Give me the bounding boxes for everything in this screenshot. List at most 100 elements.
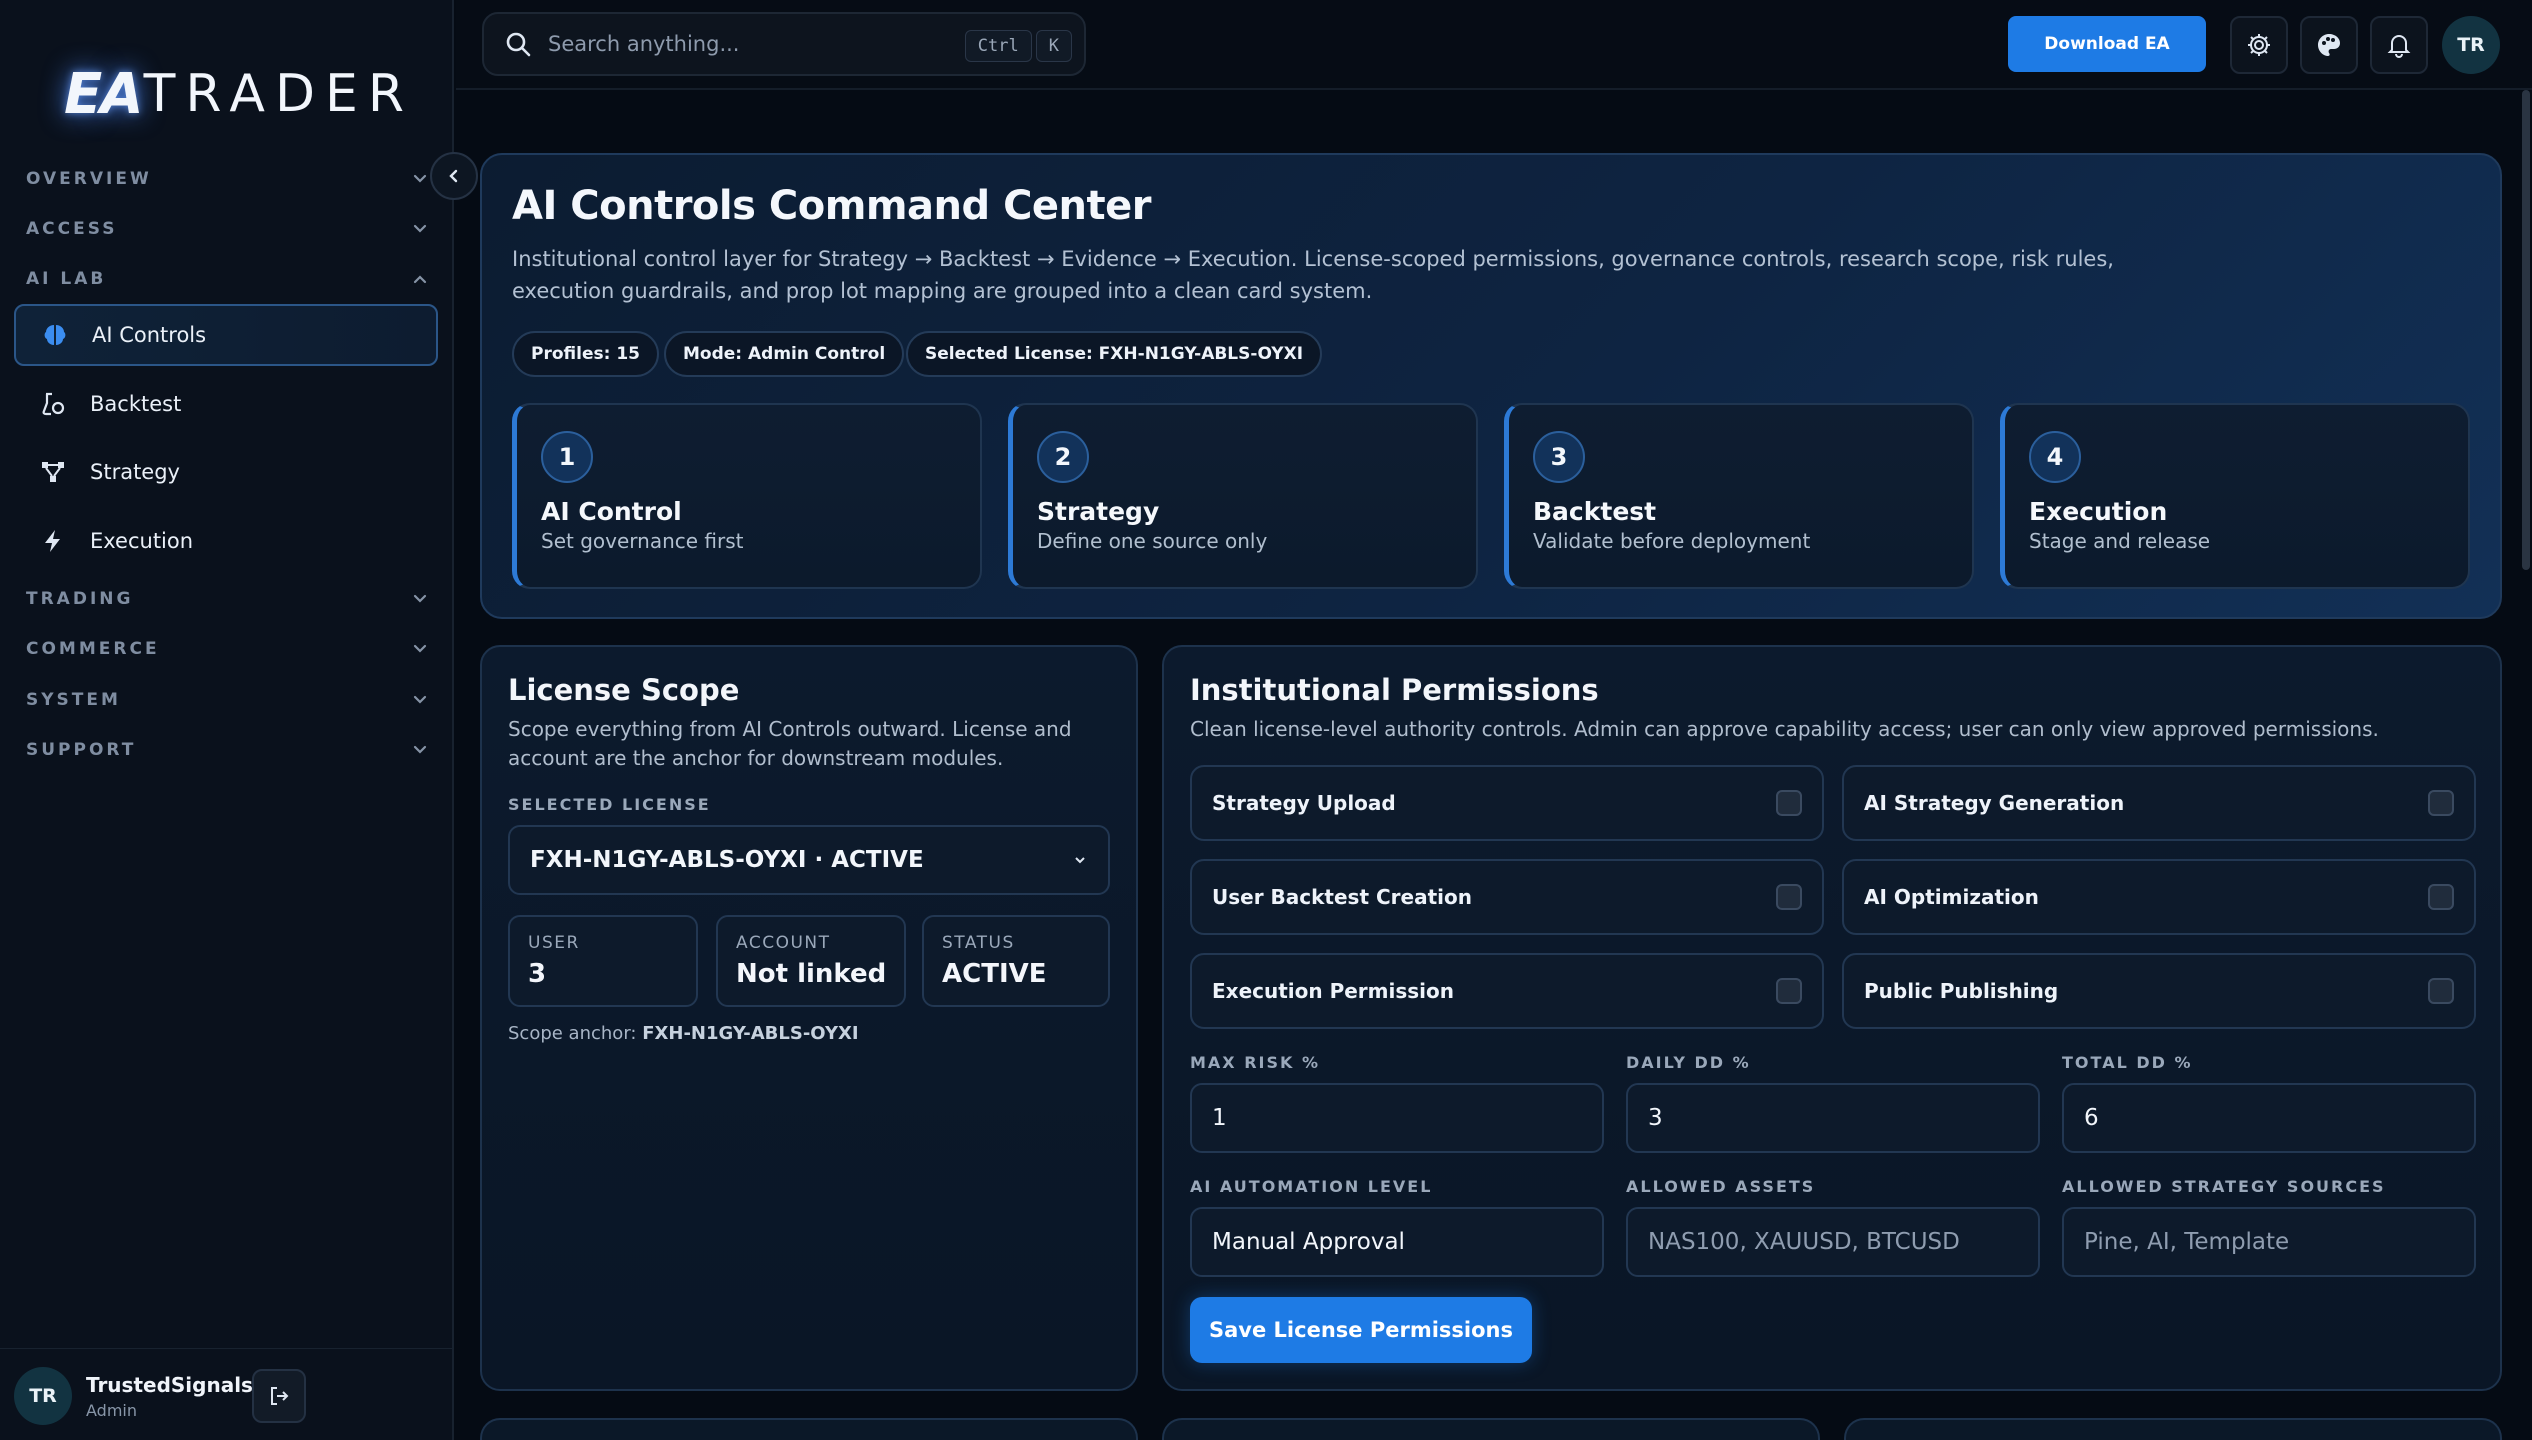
sidebar-item-ai-controls[interactable]: AI Controls bbox=[14, 304, 438, 366]
permissions-panel: Institutional Permissions Clean license-… bbox=[1162, 645, 2502, 1391]
scope-anchor-label: Scope anchor: bbox=[508, 1023, 637, 1044]
chevron-down-icon bbox=[413, 224, 427, 233]
chevron-up-icon bbox=[413, 275, 427, 284]
page-scrollbar[interactable] bbox=[2522, 90, 2530, 570]
daily-dd-input[interactable]: 3 bbox=[1626, 1083, 2040, 1153]
brand-logo[interactable]: EA TRADER bbox=[64, 61, 414, 127]
step-card-execution[interactable]: 4 Execution Stage and release bbox=[2000, 403, 2470, 589]
step-number: 4 bbox=[2029, 431, 2081, 483]
step-title: Strategy bbox=[1037, 497, 1160, 526]
toggle-label: AI Optimization bbox=[1864, 885, 2039, 909]
section-label: COMMERCE bbox=[26, 639, 160, 659]
theme-button[interactable] bbox=[2300, 16, 2358, 74]
brain-icon bbox=[38, 322, 72, 348]
stat-value: Not linked bbox=[736, 959, 887, 989]
nodes-icon bbox=[36, 459, 70, 485]
sidebar-item-backtest[interactable]: Backtest bbox=[14, 373, 438, 435]
step-title: Execution bbox=[2029, 497, 2168, 526]
sidebar-section-system[interactable]: SYSTEM bbox=[26, 680, 430, 720]
sidebar-section-support[interactable]: SUPPORT bbox=[26, 730, 430, 770]
sidebar-item-execution[interactable]: Execution bbox=[14, 510, 438, 572]
field-label: ALLOWED STRATEGY SOURCES bbox=[2062, 1177, 2386, 1196]
notifications-button[interactable] bbox=[2370, 16, 2428, 74]
field-label: AI AUTOMATION LEVEL bbox=[1190, 1177, 1433, 1196]
toggle-strategy-upload[interactable]: Strategy Upload bbox=[1190, 765, 1824, 841]
allowed-assets-input[interactable]: NAS100, XAUUSD, BTCUSD bbox=[1626, 1207, 2040, 1277]
max-risk-input[interactable]: 1 bbox=[1190, 1083, 1604, 1153]
step-subtitle: Set governance first bbox=[541, 529, 744, 553]
field-label: MAX RISK % bbox=[1190, 1053, 1321, 1072]
stat-account: ACCOUNT Not linked bbox=[716, 915, 906, 1007]
toggle-label: User Backtest Creation bbox=[1212, 885, 1472, 909]
search-input[interactable] bbox=[548, 32, 928, 56]
stat-value: ACTIVE bbox=[942, 959, 1047, 989]
sidebar-item-strategy[interactable]: Strategy bbox=[14, 441, 438, 503]
stat-key: ACCOUNT bbox=[736, 933, 831, 953]
hero-card: AI Controls Command Center Institutional… bbox=[480, 153, 2502, 619]
toggle-execution-permission[interactable]: Execution Permission bbox=[1190, 953, 1824, 1029]
automation-level-input[interactable]: Manual Approval bbox=[1190, 1207, 1604, 1277]
page-title: AI Controls Command Center bbox=[512, 183, 1152, 229]
checkbox[interactable] bbox=[1776, 884, 1802, 910]
next-card bbox=[1162, 1418, 1820, 1440]
sidebar-section-commerce[interactable]: COMMERCE bbox=[26, 629, 430, 669]
bell-icon bbox=[2387, 35, 2411, 58]
search-bar[interactable]: Ctrl K bbox=[482, 12, 1086, 76]
toggle-public-publishing[interactable]: Public Publishing bbox=[1842, 953, 2476, 1029]
chip-profiles: Profiles: 15 bbox=[512, 331, 659, 377]
step-card-ai-control[interactable]: 1 AI Control Set governance first bbox=[512, 403, 982, 589]
page-description: Institutional control layer for Strategy… bbox=[512, 247, 2114, 303]
checkbox[interactable] bbox=[2428, 978, 2454, 1004]
license-scope-panel: License Scope Scope everything from AI C… bbox=[480, 645, 1138, 1391]
checkbox[interactable] bbox=[2428, 884, 2454, 910]
kbd-k: K bbox=[1035, 30, 1072, 62]
section-label: AI LAB bbox=[26, 269, 107, 289]
checkbox[interactable] bbox=[1776, 790, 1802, 816]
chevron-down-icon bbox=[413, 174, 427, 183]
step-subtitle: Define one source only bbox=[1037, 529, 1268, 553]
allowed-sources-input[interactable]: Pine, AI, Template bbox=[2062, 1207, 2476, 1277]
step-card-backtest[interactable]: 3 Backtest Validate before deployment bbox=[1504, 403, 1974, 589]
section-label: SYSTEM bbox=[26, 690, 121, 710]
toggle-label: Execution Permission bbox=[1212, 979, 1455, 1003]
section-label: OVERVIEW bbox=[26, 169, 152, 189]
step-number: 1 bbox=[541, 431, 593, 483]
checkbox[interactable] bbox=[2428, 790, 2454, 816]
logo-ea: EA bbox=[64, 61, 144, 127]
avatar[interactable]: TR bbox=[2442, 16, 2500, 74]
toggle-user-backtest-creation[interactable]: User Backtest Creation bbox=[1190, 859, 1824, 935]
toggle-ai-strategy-generation[interactable]: AI Strategy Generation bbox=[1842, 765, 2476, 841]
next-card bbox=[1844, 1418, 2502, 1440]
logo-trader: TRADER bbox=[143, 64, 414, 124]
download-ea-button[interactable]: Download EA bbox=[2008, 16, 2206, 72]
chevron-left-icon bbox=[449, 169, 458, 183]
step-number: 2 bbox=[1037, 431, 1089, 483]
checkbox[interactable] bbox=[1776, 978, 1802, 1004]
license-select[interactable]: FXH-N1GY-ABLS-OYXI · ACTIVE bbox=[508, 825, 1110, 895]
sidebar-item-label: Backtest bbox=[90, 392, 182, 416]
sidebar-section-access[interactable]: ACCESS bbox=[26, 209, 430, 249]
selected-license-label: SELECTED LICENSE bbox=[508, 795, 711, 814]
chevron-down-icon bbox=[1075, 857, 1085, 864]
total-dd-input[interactable]: 6 bbox=[2062, 1083, 2476, 1153]
step-title: AI Control bbox=[541, 497, 682, 526]
step-card-strategy[interactable]: 2 Strategy Define one source only bbox=[1008, 403, 1478, 589]
toggle-ai-optimization[interactable]: AI Optimization bbox=[1842, 859, 2476, 935]
settings-button[interactable] bbox=[2230, 16, 2288, 74]
sidebar-item-label: Strategy bbox=[90, 460, 180, 484]
flask-icon bbox=[36, 391, 70, 417]
sidebar-item-label: AI Controls bbox=[92, 323, 207, 347]
sidebar-section-trading[interactable]: TRADING bbox=[26, 579, 430, 619]
sidebar-section-ai-lab[interactable]: AI LAB bbox=[26, 259, 430, 299]
avatar[interactable]: TR bbox=[14, 1367, 72, 1425]
toggle-label: AI Strategy Generation bbox=[1864, 791, 2125, 815]
stat-value: 3 bbox=[528, 959, 547, 989]
save-permissions-button[interactable]: Save License Permissions bbox=[1190, 1297, 1532, 1363]
field-label: ALLOWED ASSETS bbox=[1626, 1177, 1816, 1196]
chip-selected-license: Selected License: FXH-N1GY-ABLS-OYXI bbox=[906, 331, 1323, 377]
step-title: Backtest bbox=[1533, 497, 1657, 526]
sidebar-collapse-button[interactable] bbox=[430, 152, 478, 200]
sidebar-section-overview[interactable]: OVERVIEW bbox=[26, 159, 430, 199]
section-label: SUPPORT bbox=[26, 740, 137, 760]
logout-button[interactable] bbox=[252, 1369, 306, 1423]
